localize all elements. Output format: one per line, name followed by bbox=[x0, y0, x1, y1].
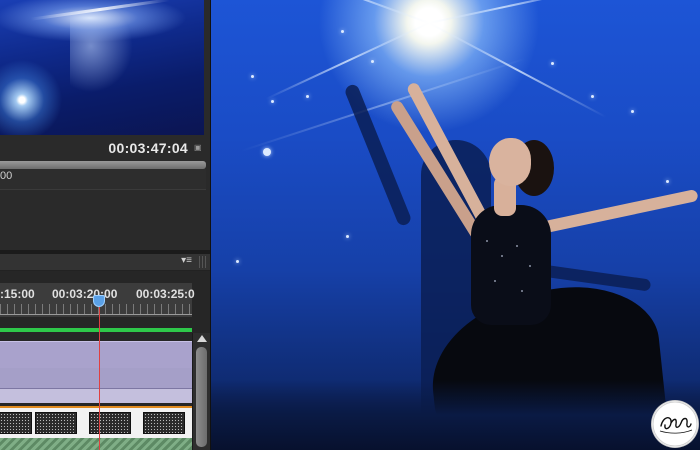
triangle-up-icon[interactable] bbox=[197, 335, 207, 342]
logo-glyph bbox=[652, 401, 698, 447]
clip-thumbnail bbox=[143, 412, 185, 434]
clip-thumbnail bbox=[0, 412, 32, 434]
audio-track-clip[interactable] bbox=[0, 389, 192, 403]
audio-track-clip[interactable] bbox=[0, 368, 192, 389]
scrollbar-thumb[interactable] bbox=[196, 347, 207, 447]
video-clip-strip[interactable] bbox=[0, 406, 192, 438]
timeline-vertical-scrollbar[interactable] bbox=[192, 333, 210, 450]
monitor-scrubber-bar[interactable] bbox=[0, 161, 206, 169]
ruler-label: :15:00 bbox=[0, 287, 35, 301]
photographer-logo bbox=[652, 401, 698, 447]
clip-thumbnail bbox=[89, 412, 131, 434]
dancer-photo bbox=[211, 0, 700, 450]
dress-sequin bbox=[516, 245, 518, 247]
preview-light-trail bbox=[70, 10, 140, 100]
program-monitor-controls: 00:03:47:04 ▣ bbox=[0, 135, 210, 161]
dancer-torso bbox=[471, 205, 551, 325]
panel-menu-icon[interactable]: ▾≡ bbox=[181, 256, 192, 266]
program-monitor-preview bbox=[0, 0, 204, 135]
grip-icon[interactable] bbox=[199, 256, 207, 268]
scrubber-timecode-label: 00 bbox=[0, 170, 13, 182]
stage-floor bbox=[211, 380, 700, 450]
timeline-panel: :15:00 00:03:20:00 00:03:25:0 bbox=[0, 271, 210, 450]
ruler-label: 00:03:20:00 bbox=[52, 287, 118, 301]
monitor-timecode-strip: 00 bbox=[0, 169, 206, 190]
dancer-extended-arm bbox=[539, 188, 699, 234]
dress-sequin bbox=[486, 240, 488, 242]
monitor-empty-area bbox=[0, 190, 210, 250]
ruler-baseline bbox=[0, 314, 192, 315]
timeline-tracks bbox=[0, 333, 192, 450]
playhead-line bbox=[99, 307, 100, 450]
dress-sequin bbox=[501, 255, 503, 257]
audio-track-clip[interactable] bbox=[0, 341, 192, 369]
dress-sequin bbox=[494, 280, 496, 282]
ruler-label: 00:03:25:0 bbox=[136, 287, 195, 301]
small-square-icon[interactable]: ▣ bbox=[194, 144, 202, 152]
dress-sequin bbox=[521, 290, 523, 292]
playhead-marker-icon[interactable] bbox=[93, 295, 105, 307]
dancer-head bbox=[489, 138, 531, 186]
clip-thumbnail bbox=[35, 412, 77, 434]
empty-track-hatch bbox=[0, 438, 192, 450]
playhead-timecode[interactable]: 00:03:47:04 bbox=[108, 140, 188, 156]
video-editor-panel: 00:03:47:04 ▣ 00 ▾≡ :15:00 00:03:20:00 0… bbox=[0, 0, 211, 450]
work-area-bar[interactable] bbox=[0, 328, 192, 332]
dress-sequin bbox=[529, 265, 531, 267]
timeline-panel-header: ▾≡ bbox=[0, 254, 210, 271]
